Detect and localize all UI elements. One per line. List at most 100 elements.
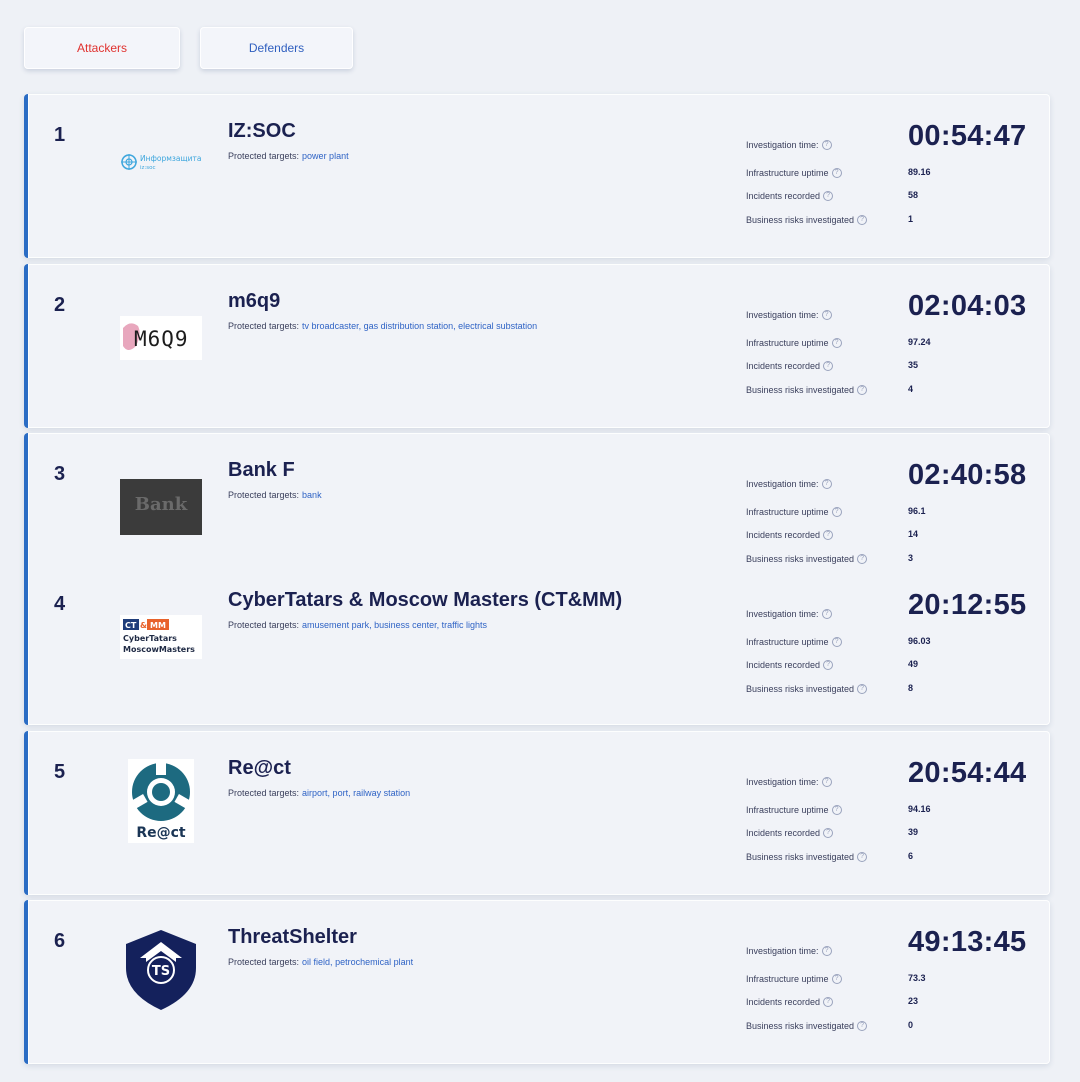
investigation-time-label: Investigation time:? <box>746 609 832 619</box>
uptime-value: 73.3 <box>908 973 926 983</box>
team-name: m6q9 <box>228 290 281 312</box>
business-risks-label: Business risks investigated? <box>746 215 868 225</box>
investigation-time-value: 20:54:44 <box>908 757 1027 789</box>
team-card: 1 Информзащита iz:soc IZ:SOC Protected t… <box>24 94 1050 258</box>
uptime-label: Infrastructure uptime? <box>746 338 842 348</box>
tab-defenders[interactable]: Defenders <box>200 27 353 69</box>
targets-list[interactable]: amusement park, business center, traffic… <box>302 620 487 630</box>
incidents-value: 35 <box>908 360 919 370</box>
help-icon[interactable]: ? <box>831 507 842 517</box>
uptime-value: 97.24 <box>908 337 931 347</box>
uptime-label: Infrastructure uptime? <box>746 168 842 178</box>
business-risks-label: Business risks investigated? <box>746 385 868 395</box>
help-icon[interactable]: ? <box>857 852 868 862</box>
help-icon[interactable]: ? <box>823 660 834 670</box>
help-icon[interactable]: ? <box>823 361 834 371</box>
team-rank: 1 <box>54 124 66 146</box>
team-name: IZ:SOC <box>228 120 296 142</box>
targets-list[interactable]: oil field, petrochemical plant <box>302 957 413 967</box>
uptime-value: 94.16 <box>908 804 931 814</box>
team-stats: Investigation time:? 20:12:55 Infrastruc… <box>746 563 1046 694</box>
uptime-label: Infrastructure uptime? <box>746 805 842 815</box>
help-icon[interactable]: ? <box>821 310 832 320</box>
business-risks-label: Business risks investigated? <box>746 1021 868 1031</box>
investigation-time-value: 49:13:45 <box>908 926 1027 958</box>
protected-targets: Protected targets: tv broadcaster, gas di… <box>228 321 538 331</box>
ctmm-logo: CT & MM CyberTatars MoscowMasters <box>120 609 202 665</box>
svg-text:Bank: Bank <box>135 494 188 515</box>
business-risks-value: 1 <box>908 214 914 224</box>
incidents-label: Incidents recorded? <box>746 361 834 371</box>
help-icon[interactable]: ? <box>821 140 832 150</box>
svg-text:&: & <box>140 621 147 630</box>
business-risks-value: 4 <box>908 384 914 394</box>
tab-attackers[interactable]: Attackers <box>24 27 180 69</box>
help-icon[interactable]: ? <box>857 1021 868 1031</box>
incidents-label: Incidents recorded? <box>746 828 834 838</box>
uptime-label: Infrastructure uptime? <box>746 974 842 984</box>
protected-targets: Protected targets: amusement park, busine… <box>228 620 487 630</box>
team-entry-5: 5 Re@ct Re@ct Protected targets: airport,… <box>28 731 1050 862</box>
help-icon[interactable]: ? <box>831 168 842 178</box>
help-icon[interactable]: ? <box>831 974 842 984</box>
svg-text:CT: CT <box>125 621 137 630</box>
team-name: Bank F <box>228 459 295 481</box>
incidents-value: 14 <box>908 529 919 539</box>
targets-list[interactable]: tv broadcaster, gas distribution station… <box>302 321 537 331</box>
protected-targets: Protected targets: bank <box>228 490 322 500</box>
help-icon[interactable]: ? <box>831 338 842 348</box>
incidents-value: 58 <box>908 190 919 200</box>
uptime-label: Infrastructure uptime? <box>746 637 842 647</box>
help-icon[interactable]: ? <box>823 530 834 540</box>
targets-list[interactable]: bank <box>302 490 322 500</box>
help-icon[interactable]: ? <box>821 479 832 489</box>
business-risks-value: 0 <box>908 1020 914 1030</box>
team-rank: 4 <box>54 593 66 615</box>
help-icon[interactable]: ? <box>823 828 834 838</box>
help-icon[interactable]: ? <box>823 191 834 201</box>
uptime-label: Infrastructure uptime? <box>746 507 842 517</box>
svg-text:CyberTatars: CyberTatars <box>123 634 177 643</box>
svg-text:iz:soc: iz:soc <box>140 165 156 171</box>
targets-list[interactable]: airport, port, railway station <box>302 788 410 798</box>
investigation-time-value: 02:04:03 <box>908 290 1027 322</box>
incidents-value: 49 <box>908 659 919 669</box>
help-icon[interactable]: ? <box>857 385 868 395</box>
investigation-time-value: 00:54:47 <box>908 120 1027 152</box>
targets-list[interactable]: power plant <box>302 151 349 161</box>
investigation-time-label: Investigation time:? <box>746 479 832 489</box>
incidents-label: Incidents recorded? <box>746 530 834 540</box>
team-entry-2: 2 M6Q9 m6q9 Protected targets: tv broadca… <box>28 264 1050 395</box>
svg-text:Информзащита: Информзащита <box>140 154 201 163</box>
team-stats: Investigation time:? 02:04:03 Infrastruc… <box>746 264 1046 395</box>
svg-text:MoscowMasters: MoscowMasters <box>123 645 195 654</box>
help-icon[interactable]: ? <box>823 997 834 1007</box>
team-stats: Investigation time:? 02:40:58 Infrastruc… <box>746 433 1046 564</box>
threatshelter-shield-logo: TS <box>120 928 202 1012</box>
business-risks-value: 8 <box>908 683 914 693</box>
team-name: CyberTatars & Moscow Masters (CT&MM) <box>228 589 623 611</box>
bank-f-logo: Bank <box>120 479 202 535</box>
incidents-value: 23 <box>908 996 919 1006</box>
team-card: 5 Re@ct Re@ct Protected targets: airport,… <box>24 731 1050 895</box>
protected-targets: Protected targets: power plant <box>228 151 349 161</box>
help-icon[interactable]: ? <box>857 684 868 694</box>
svg-text:M6Q9: M6Q9 <box>134 327 189 351</box>
team-rank: 3 <box>54 463 66 485</box>
help-icon[interactable]: ? <box>831 637 842 647</box>
business-risks-value: 3 <box>908 553 914 563</box>
team-entry-3: 3 Bank Bank F Protected targets: bank Inv… <box>28 433 1050 564</box>
help-icon[interactable]: ? <box>821 609 832 619</box>
help-icon[interactable]: ? <box>821 946 832 956</box>
protected-targets: Protected targets: airport, port, railway… <box>228 788 411 798</box>
investigation-time-value: 20:12:55 <box>908 589 1027 621</box>
help-icon[interactable]: ? <box>821 777 832 787</box>
team-entry-4: 4 CT & MM CyberTatars MoscowMasters Cybe… <box>28 563 1050 694</box>
team-rank: 2 <box>54 294 66 316</box>
team-rank: 6 <box>54 930 66 952</box>
team-name: ThreatShelter <box>228 926 357 948</box>
team-stats: Investigation time:? 00:54:47 Infrastruc… <box>746 94 1046 225</box>
team-stats: Investigation time:? 49:13:45 Infrastruc… <box>746 900 1046 1031</box>
help-icon[interactable]: ? <box>831 805 842 815</box>
help-icon[interactable]: ? <box>857 215 868 225</box>
